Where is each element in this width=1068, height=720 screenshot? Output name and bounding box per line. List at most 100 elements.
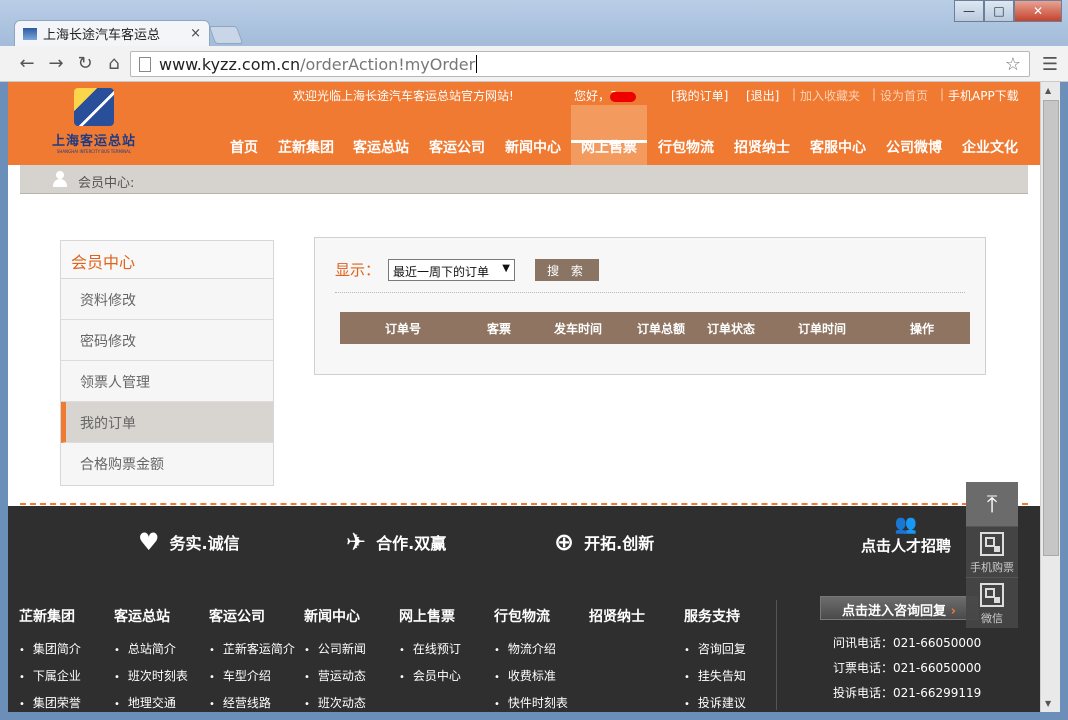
active-nav-indicator [571, 140, 647, 143]
nav-news-center[interactable]: 新闻中心 [500, 105, 566, 165]
reload-icon[interactable]: ↻ [72, 51, 98, 77]
filter-label: 显示： [335, 261, 381, 279]
address-bar[interactable]: www.kyzz.com.cn /orderAction!myOrder ☆ [130, 51, 1030, 77]
redacted-username [610, 92, 637, 102]
column-order-number: 订单号 [385, 322, 422, 336]
scroll-down-icon[interactable]: ▼ [1045, 699, 1051, 708]
nav-bus-terminal[interactable]: 客运总站 [348, 105, 414, 165]
footer-column-group: 芷新集团 集团简介 下属企业 集团荣誉 [19, 606, 81, 712]
maximize-button[interactable]: □ [984, 0, 1014, 22]
home-icon[interactable]: ⌂ [101, 51, 127, 77]
scroll-thumb[interactable] [1043, 100, 1059, 556]
tab-close-icon[interactable]: × [190, 26, 201, 41]
slogan-integrity: ♥ 务实.诚信 [138, 528, 240, 556]
footer-link[interactable]: 收费标准 [494, 667, 568, 684]
footer-column-logistics: 行包物流 物流介绍 收费标准 快件时刻表 [494, 606, 568, 712]
footer-link[interactable]: 集团荣誉 [19, 694, 81, 711]
member-sidebar: 会员中心 资料修改 密码修改 领票人管理 我的订单 合格购票金额 [60, 240, 274, 486]
column-actions: 操作 [910, 322, 935, 336]
set-home-link[interactable]: 设为首页 [880, 87, 928, 104]
site-footer: ♥务实.诚信 ✈合作.双赢 ⊕开拓.创新 👥 点击人才招聘 芷新集团 集团简介 … [8, 506, 1040, 712]
footer-column-ticketing: 网上售票 在线预订 会员中心 [399, 606, 461, 694]
window-controls: — □ ✕ [954, 0, 1062, 22]
people-icon: 👥 [894, 514, 918, 535]
footer-link[interactable]: 下属企业 [19, 667, 81, 684]
back-icon[interactable]: ← [14, 51, 40, 77]
order-period-select[interactable]: 最近一周下的订单 ▼ [388, 259, 515, 281]
footer-link[interactable]: 班次动态 [304, 694, 366, 711]
sidebar-item-profile[interactable]: 资料修改 [61, 279, 273, 320]
back-to-top-icon[interactable]: ⤒ [966, 482, 1018, 526]
floating-toolbar: ⤒ 手机购票 微信 [966, 482, 1018, 628]
nav-home[interactable]: 首页 [220, 105, 268, 165]
footer-link[interactable]: 芷新客运简介 [209, 640, 295, 657]
footer-link[interactable]: 经营线路 [209, 694, 295, 711]
sidebar-item-password[interactable]: 密码修改 [61, 320, 273, 361]
footer-link[interactable]: 咨询回复 [684, 640, 746, 657]
footer-link[interactable]: 地理交通 [114, 694, 188, 711]
vertical-scrollbar[interactable]: ▲ ▼ [1040, 82, 1060, 712]
footer-link[interactable]: 车型介绍 [209, 667, 295, 684]
new-tab-button[interactable] [208, 26, 244, 44]
nav-service-center[interactable]: 客服中心 [805, 105, 871, 165]
sidebar-item-purchase-amount[interactable]: 合格购票金额 [61, 443, 273, 484]
scroll-up-icon[interactable]: ▲ [1045, 86, 1051, 95]
column-departure-time: 发车时间 [554, 322, 603, 336]
footer-link[interactable]: 集团简介 [19, 640, 81, 657]
footer-link[interactable]: 挂失告知 [684, 667, 746, 684]
footer-column-terminal: 客运总站 总站简介 班次时刻表 地理交通 [114, 606, 188, 712]
footer-link[interactable]: 快件时刻表 [494, 694, 568, 711]
url-host: www.kyzz.com.cn [159, 54, 301, 74]
browser-menu-icon[interactable]: ☰ [1042, 54, 1058, 75]
footer-link[interactable]: 在线预订 [399, 640, 461, 657]
add-favorite-link[interactable]: 加入收藏夹 [800, 87, 860, 104]
footer-link[interactable]: 总站简介 [114, 640, 188, 657]
sidebar-item-my-orders[interactable]: 我的订单 [61, 402, 273, 443]
footer-link[interactable]: 公司新闻 [304, 640, 366, 657]
footer-link[interactable]: 会员中心 [399, 667, 461, 684]
logout-link[interactable]: [退出] [746, 87, 779, 104]
target-icon: ⊕ [554, 528, 575, 556]
browser-tab[interactable]: 上海长途汽车客运总 × [14, 20, 210, 46]
browser-titlebar: 上海长途汽车客运总 × — □ ✕ [0, 0, 1068, 46]
divider [335, 292, 965, 293]
search-button[interactable]: 搜 索 [535, 259, 599, 281]
mobile-ticket-button[interactable]: 手机购票 [966, 526, 1018, 577]
nav-logistics[interactable]: 行包物流 [653, 105, 719, 165]
nav-weibo[interactable]: 公司微博 [881, 105, 947, 165]
my-orders-link[interactable]: [我的订单] [671, 87, 728, 104]
tab-title: 上海长途汽车客运总 [43, 28, 161, 43]
site-header: 上海客运总站 SHANGHAI INTERCITY BUS TERMINAL 欢… [8, 82, 1040, 165]
nav-online-ticket[interactable]: 网上售票 [571, 105, 647, 165]
bookmark-star-icon[interactable]: ☆ [1005, 54, 1021, 75]
qr-code-icon [980, 532, 1004, 556]
breadcrumb: 会员中心: [20, 165, 1028, 194]
chevron-down-icon: ▼ [502, 263, 510, 274]
sidebar-item-ticket-holders[interactable]: 领票人管理 [61, 361, 273, 402]
wechat-button[interactable]: 微信 [966, 577, 1018, 628]
footer-column-recruitment: 招贤纳士 [589, 609, 645, 625]
nav-culture[interactable]: 企业文化 [957, 105, 1023, 165]
footer-link[interactable]: 班次时刻表 [114, 667, 188, 684]
consult-button[interactable]: 点击进入咨询回复 › [820, 596, 978, 620]
footer-link[interactable]: 物流介绍 [494, 640, 568, 657]
app-download-link[interactable]: 手机APP下载 [948, 87, 1019, 104]
close-window-button[interactable]: ✕ [1014, 0, 1062, 22]
minimize-button[interactable]: — [954, 0, 984, 22]
footer-divider [776, 600, 777, 710]
column-order-time: 订单时间 [798, 322, 847, 336]
footer-link[interactable]: 投诉建议 [684, 694, 746, 711]
nav-zhixin-group[interactable]: 芷新集团 [274, 105, 338, 165]
nav-recruitment[interactable]: 招贤纳士 [729, 105, 795, 165]
footer-link[interactable]: 营运动态 [304, 667, 366, 684]
top-utility-bar: 欢迎光临上海长途汽车客运总站官方网站! 您好，3. [我的订单] [退出] | … [293, 87, 1019, 104]
phone-complaint: 投诉电话：021-66299119 [833, 686, 982, 700]
column-order-status: 订单状态 [707, 322, 756, 336]
text-caret [476, 55, 478, 73]
footer-column-news: 新闻中心 公司新闻 营运动态 班次动态 [304, 606, 366, 712]
column-ticket: 客票 [487, 322, 512, 336]
order-panel: 显示： 最近一周下的订单 ▼ 搜 索 订单号 客票 发车时间 订单总额 订单状态… [314, 237, 986, 375]
recruit-link[interactable]: 👥 点击人才招聘 [856, 514, 956, 556]
nav-bus-company[interactable]: 客运公司 [424, 105, 490, 165]
forward-icon[interactable]: → [43, 51, 69, 77]
